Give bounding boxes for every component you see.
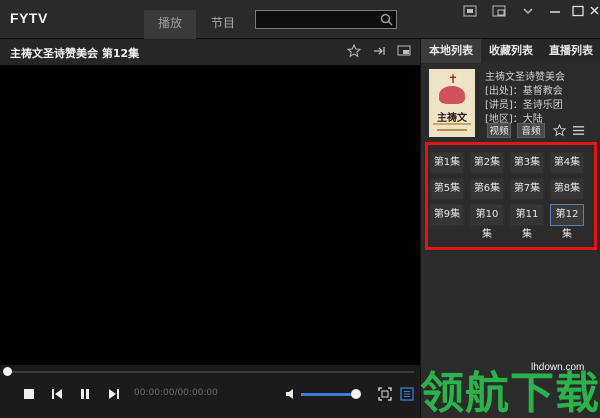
progress-bar[interactable] — [0, 365, 420, 379]
next-icon[interactable] — [107, 387, 121, 401]
watermark-text: 领航下载 — [420, 368, 600, 418]
search-icon[interactable] — [380, 13, 393, 26]
pause-icon[interactable] — [78, 387, 92, 401]
program-title: 主祷文圣诗赞美会 — [485, 72, 565, 83]
video-area[interactable] — [0, 65, 420, 365]
previous-icon[interactable] — [50, 387, 64, 401]
episode-1-button[interactable]: 第1集 — [430, 152, 464, 174]
episode-6-button[interactable]: 第6集 — [470, 178, 504, 200]
video-tag-button[interactable]: 视频 — [487, 123, 511, 138]
favorite-star-icon[interactable] — [553, 124, 566, 137]
cross-icon: ✝ — [448, 72, 459, 86]
program-source: [出处]：基督教会 — [485, 86, 563, 97]
episode-8-button[interactable]: 第8集 — [550, 178, 584, 200]
close-icon[interactable] — [590, 4, 600, 18]
episode-11-button[interactable]: 第11集 — [510, 204, 544, 240]
episode-2-button[interactable]: 第2集 — [470, 152, 504, 174]
playlist-toggle-icon[interactable] — [400, 387, 414, 401]
tab-local-list[interactable]: 本地列表 — [421, 39, 481, 63]
episode-12-button[interactable]: 第12集 — [550, 204, 584, 240]
progress-track[interactable] — [6, 371, 414, 373]
episode-3-button[interactable]: 第3集 — [510, 152, 544, 174]
fullscreen-icon[interactable] — [378, 387, 392, 401]
program-info: 主祷文圣诗赞美会 [出处]：基督教会 [讲员]：圣诗乐团 [地区]：大陆 — [485, 71, 597, 127]
episode-7-button[interactable]: 第7集 — [510, 178, 544, 200]
maximize-icon[interactable] — [569, 4, 587, 18]
title-bar: FYTV 播放 节目 — [0, 0, 600, 39]
episode-5-button[interactable]: 第5集 — [430, 178, 464, 200]
minimize-icon[interactable] — [546, 4, 564, 18]
search-box[interactable] — [255, 10, 397, 29]
video-title: 主祷文圣诗赞美会 第12集 — [10, 47, 140, 60]
volume-slider[interactable] — [301, 393, 357, 396]
episode-4-button[interactable]: 第4集 — [550, 152, 584, 174]
star-icon[interactable] — [347, 44, 361, 58]
cover-title: 主祷文 — [437, 113, 467, 124]
episode-list: 第1集 第2集 第3集 第4集 第5集 第6集 第7集 第8集 第9集 第10集… — [425, 142, 597, 250]
app-logo: FYTV — [10, 10, 48, 26]
mini-mode-icon[interactable] — [461, 4, 479, 18]
program-cover[interactable]: ✝ 主祷文 — [429, 69, 475, 137]
list-icon[interactable] — [572, 124, 585, 137]
progress-knob[interactable] — [3, 367, 12, 376]
pip-icon[interactable] — [397, 44, 411, 58]
search-input[interactable] — [256, 11, 378, 28]
volume-icon[interactable] — [284, 387, 298, 401]
tab-favorites-list[interactable]: 收藏列表 — [481, 39, 541, 63]
menu-icon[interactable] — [519, 4, 537, 18]
video-header: 主祷文圣诗赞美会 第12集 — [0, 39, 420, 65]
episode-9-button[interactable]: 第9集 — [430, 204, 464, 226]
cover-stripe — [433, 123, 471, 125]
panel-tabs: 本地列表 收藏列表 直播列表 — [421, 39, 600, 63]
program-speaker: [讲员]：圣诗乐团 — [485, 100, 563, 111]
audio-tag-button[interactable]: 音频 — [517, 123, 545, 138]
pin-icon[interactable] — [372, 44, 386, 58]
cover-stripe — [437, 129, 467, 131]
tab-program[interactable]: 节目 — [200, 10, 246, 39]
episode-10-button[interactable]: 第10集 — [470, 204, 504, 240]
stop-icon[interactable] — [22, 387, 36, 401]
skin-icon[interactable] — [490, 4, 508, 18]
time-display: 00:00:00/00:00:00 — [134, 388, 218, 398]
cover-art — [439, 86, 465, 104]
player-controls: 00:00:00/00:00:00 — [0, 379, 420, 418]
volume-knob[interactable] — [351, 389, 361, 399]
tab-live-list[interactable]: 直播列表 — [541, 39, 600, 63]
tab-play[interactable]: 播放 — [144, 10, 196, 39]
